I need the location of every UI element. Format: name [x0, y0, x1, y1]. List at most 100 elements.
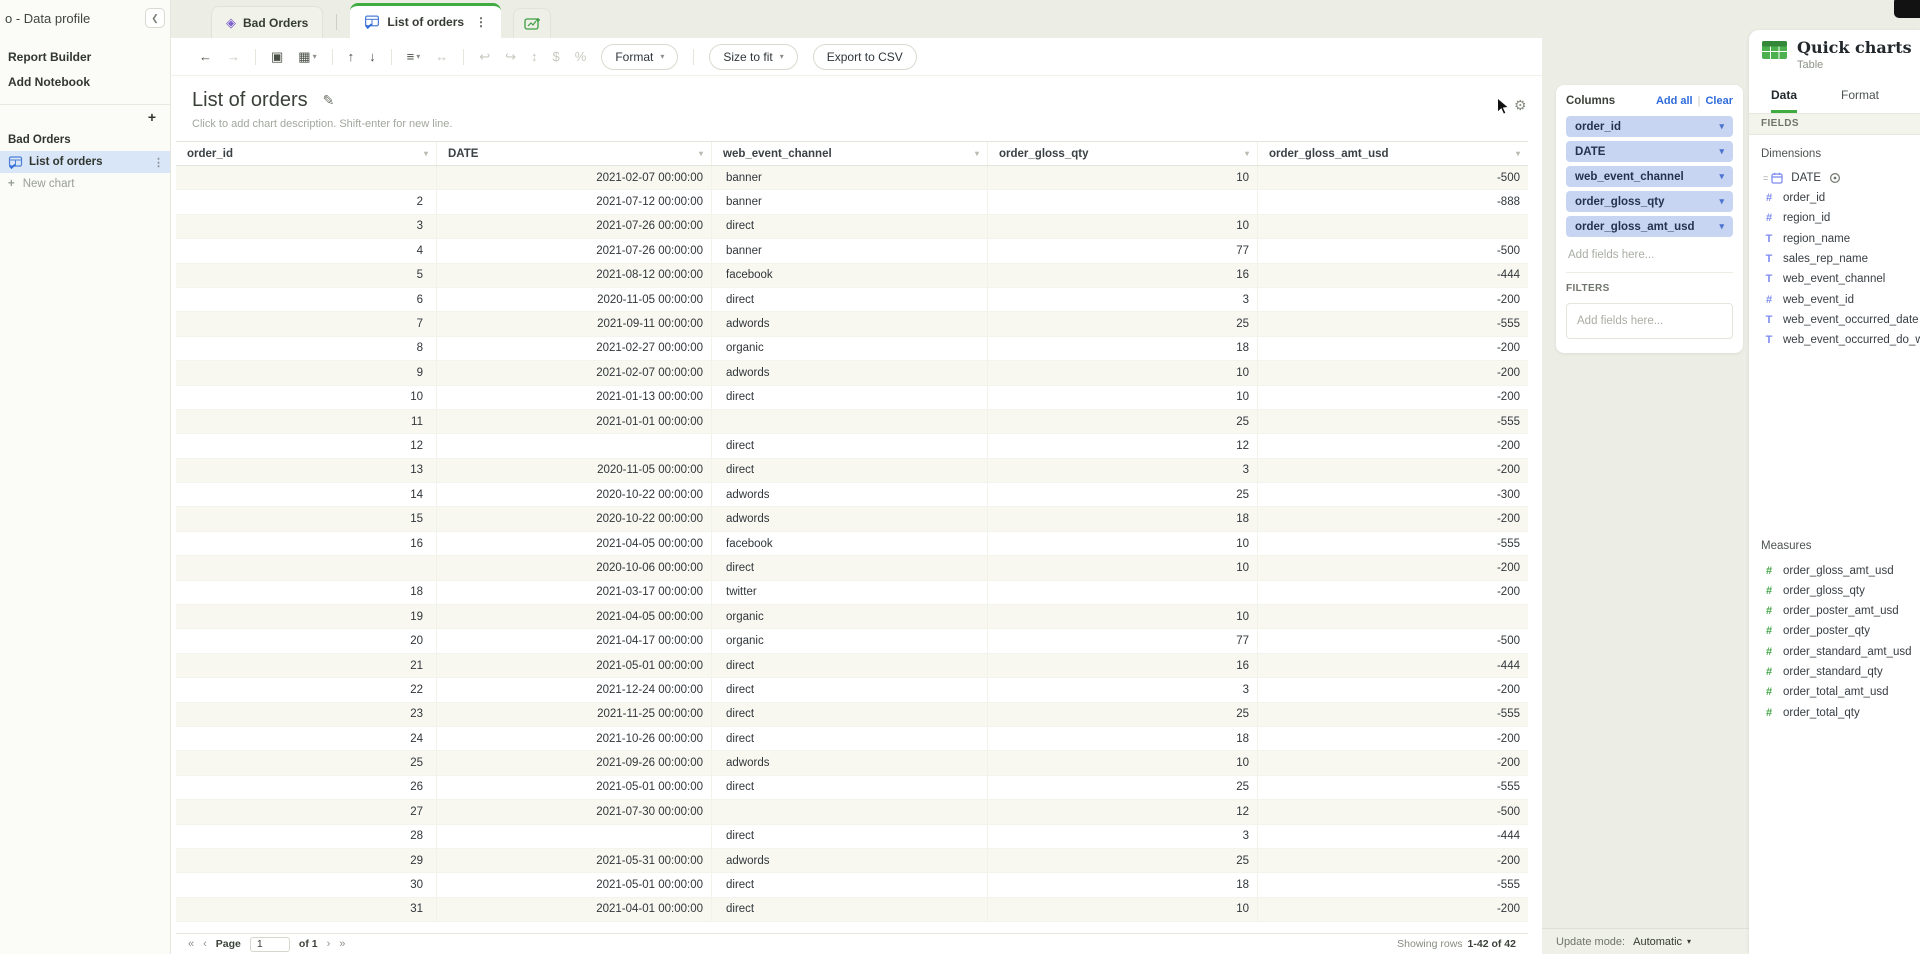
sidebar-item-bad-orders[interactable]: Bad Orders	[0, 129, 170, 151]
cell-order-id: 19	[176, 605, 437, 628]
sort-ascending-icon[interactable]: ↑	[348, 49, 355, 64]
sort-caret-icon[interactable]: ▾	[1245, 149, 1249, 158]
cell-order-gloss-amt-usd: -888	[1258, 190, 1528, 213]
export-csv-button[interactable]: Export to CSV	[813, 44, 917, 70]
chevron-down-icon[interactable]: ▾	[1719, 121, 1724, 132]
measure-field-row[interactable]: # order_gloss_amt_usd	[1749, 560, 1920, 580]
chart-description-placeholder[interactable]: Click to add chart description. Shift-en…	[192, 118, 1542, 130]
fit-width-icon[interactable]: ↔	[435, 49, 448, 64]
measure-field-row[interactable]: # order_total_qty	[1749, 702, 1920, 722]
dimension-field-row[interactable]: # web_event_id	[1749, 289, 1920, 309]
dimension-field-row[interactable]: T sales_rep_name	[1749, 249, 1920, 269]
field-type-icon: #	[1763, 646, 1775, 658]
sidebar-item-new-chart[interactable]: + New chart	[0, 173, 170, 195]
table-row: 5 2021-08-12 00:00:00 facebook 16 -444	[176, 264, 1528, 288]
sort-descending-icon[interactable]: ↓	[369, 49, 376, 64]
measure-field-row[interactable]: # order_total_amt_usd	[1749, 682, 1920, 702]
sort-caret-icon[interactable]: ▾	[699, 149, 703, 158]
chart-header: List of orders ✎ Click to add chart desc…	[171, 76, 1542, 130]
tab-format[interactable]: Format	[1841, 88, 1879, 113]
next-page-icon[interactable]: ›	[327, 938, 331, 950]
field-type-icon: #	[1763, 707, 1775, 719]
field-type-icon: T	[1763, 233, 1775, 245]
table-column-header[interactable]: order_gloss_amt_usd ▾	[1258, 142, 1528, 165]
table-column-header[interactable]: order_gloss_qty ▾	[988, 142, 1258, 165]
sort-caret-icon[interactable]: ▾	[975, 149, 979, 158]
measure-field-row[interactable]: # order_poster_qty	[1749, 621, 1920, 641]
sort-caret-icon[interactable]: ▾	[1516, 149, 1520, 158]
filters-add-fields-box[interactable]: Add fields here...	[1566, 303, 1733, 339]
table-column-header[interactable]: DATE ▾	[437, 142, 712, 165]
table-column-header[interactable]: order_id ▾	[176, 142, 437, 165]
column-chip[interactable]: order_gloss_amt_usd ▾	[1566, 216, 1733, 237]
kebab-icon[interactable]: ⋮	[153, 156, 164, 169]
add-chart-icon[interactable]: +	[148, 109, 156, 125]
chevron-down-icon[interactable]: ▾	[1719, 196, 1724, 207]
clear-link[interactable]: Clear	[1705, 95, 1733, 107]
first-page-icon[interactable]: «	[188, 938, 194, 950]
chart-title[interactable]: List of orders	[192, 89, 308, 112]
update-mode-select[interactable]: Automatic ▾	[1633, 936, 1691, 948]
last-page-icon[interactable]: »	[339, 938, 345, 950]
field-row-date[interactable]: = DATE	[1749, 168, 1920, 188]
table-column-header[interactable]: web_event_channel ▾	[712, 142, 988, 165]
cell-order-id: 16	[176, 532, 437, 555]
page-number-input[interactable]	[250, 937, 290, 952]
dimension-field-row[interactable]: T web_event_occurred_date	[1749, 310, 1920, 330]
size-to-fit-button[interactable]: Size to fit ▾	[709, 44, 797, 70]
dimension-field-row[interactable]: T web_event_channel	[1749, 269, 1920, 289]
edit-pencil-icon[interactable]: ✎	[323, 92, 335, 109]
column-chip[interactable]: order_gloss_qty ▾	[1566, 191, 1733, 212]
duplicate-chart-icon[interactable]: ▣	[271, 49, 283, 65]
measure-field-row[interactable]: # order_poster_amt_usd	[1749, 601, 1920, 621]
column-chip[interactable]: web_event_channel ▾	[1566, 166, 1733, 187]
percent-format-icon[interactable]: %	[575, 49, 587, 64]
cell-order-gloss-amt-usd	[1258, 215, 1528, 238]
cell-order-gloss-qty: 10	[988, 605, 1258, 628]
chevron-down-icon[interactable]: ▾	[1719, 146, 1724, 157]
format-button[interactable]: Format ▾	[601, 44, 678, 70]
cell-date: 2021-04-17 00:00:00	[437, 629, 712, 652]
sort-caret-icon[interactable]: ▾	[424, 149, 428, 158]
align-icon[interactable]: ≡ ▾	[407, 49, 421, 64]
cell-order-gloss-amt-usd: -200	[1258, 434, 1528, 457]
columns-panel: Columns Add all | Clear order_id ▾ DATE …	[1556, 85, 1743, 353]
cell-web-event-channel: banner	[712, 239, 988, 262]
previous-page-icon[interactable]: ‹	[203, 938, 207, 950]
number-format-icon[interactable]: ↕	[531, 49, 538, 64]
column-chip[interactable]: order_id ▾	[1566, 116, 1733, 137]
undo-icon[interactable]: ←	[199, 49, 212, 64]
measure-field-row[interactable]: # order_gloss_qty	[1749, 581, 1920, 601]
columns-add-fields-placeholder[interactable]: Add fields here...	[1566, 249, 1733, 261]
sidebar-collapse-button[interactable]: ❮	[145, 8, 165, 28]
chevron-down-icon[interactable]: ▾	[1719, 171, 1724, 182]
dimension-field-row[interactable]: T web_event_occurred_do_w_n	[1749, 330, 1920, 350]
clear-chart-icon[interactable]: ▦ ▾	[298, 49, 316, 65]
dimension-field-row[interactable]: # order_id	[1749, 188, 1920, 208]
increase-decimal-icon[interactable]: ↪	[505, 49, 516, 65]
sidebar-item-report-builder[interactable]: Report Builder	[0, 44, 170, 69]
table-row: 4 2021-07-26 00:00:00 banner 77 -500	[176, 239, 1528, 263]
cell-date: 2021-09-11 00:00:00	[437, 312, 712, 335]
dimension-field-row[interactable]: # region_id	[1749, 208, 1920, 228]
cell-order-id: 31	[176, 898, 437, 921]
cell-order-gloss-qty: 77	[988, 239, 1258, 262]
sidebar-item-list-of-orders[interactable]: List of orders ⋮	[0, 151, 170, 173]
tab-menu-icon[interactable]: ⋮	[475, 15, 487, 29]
currency-format-icon[interactable]: $	[553, 49, 560, 64]
tab-bad-orders[interactable]: ◈ Bad Orders	[211, 6, 323, 38]
add-all-link[interactable]: Add all	[1656, 95, 1693, 107]
decrease-decimal-icon[interactable]: ↩	[479, 49, 490, 65]
column-chip[interactable]: DATE ▾	[1566, 141, 1733, 162]
tab-data[interactable]: Data	[1771, 88, 1797, 113]
cell-order-gloss-qty: 10	[988, 215, 1258, 238]
measure-field-row[interactable]: # order_standard_amt_usd	[1749, 642, 1920, 662]
measure-field-row[interactable]: # order_standard_qty	[1749, 662, 1920, 682]
sidebar-item-add-notebook[interactable]: Add Notebook	[0, 69, 170, 94]
dimension-field-row[interactable]: T region_name	[1749, 229, 1920, 249]
gear-icon[interactable]: ⚙	[1514, 97, 1527, 114]
new-chart-tab-button[interactable]	[513, 8, 551, 38]
chevron-down-icon[interactable]: ▾	[1719, 221, 1724, 232]
redo-icon[interactable]: →	[227, 49, 240, 64]
tab-list-of-orders[interactable]: List of orders ⋮	[350, 3, 501, 38]
